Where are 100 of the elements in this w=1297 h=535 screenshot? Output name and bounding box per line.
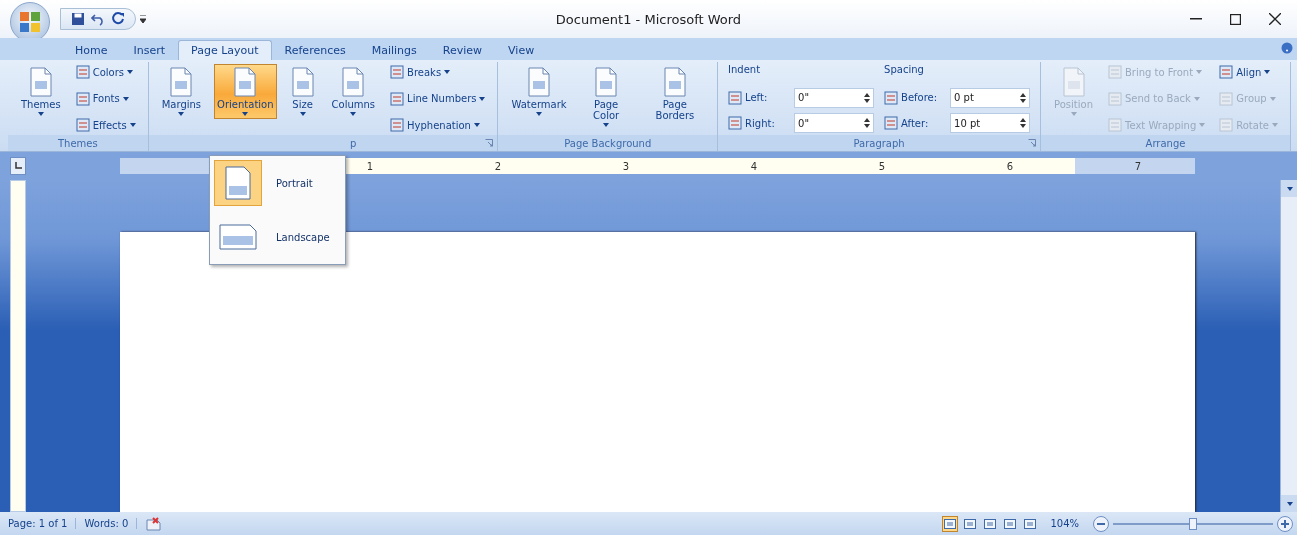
group-label: Themes bbox=[58, 137, 98, 149]
ribbon-button[interactable]: Size bbox=[286, 64, 319, 119]
ribbon-tab[interactable]: Mailings bbox=[358, 40, 430, 60]
ribbon-tab[interactable]: Home bbox=[62, 40, 121, 60]
zoom-in-button[interactable] bbox=[1277, 515, 1293, 532]
page-count[interactable]: Page: 1 of 1 bbox=[0, 518, 77, 529]
caret-icon bbox=[444, 70, 451, 74]
ribbon-button[interactable]: Effects bbox=[73, 117, 138, 133]
ruler-number: 1 bbox=[366, 160, 373, 172]
small-tool-icon bbox=[728, 90, 743, 105]
small-tool-icon bbox=[1108, 91, 1122, 106]
spin-arrows-icon[interactable] bbox=[864, 92, 871, 103]
minimize-icon[interactable] bbox=[1190, 18, 1202, 20]
tab-selector[interactable] bbox=[10, 157, 26, 175]
document-icon bbox=[1060, 67, 1087, 97]
caret-icon bbox=[129, 123, 136, 127]
document-icon bbox=[526, 67, 553, 97]
portrait-page-icon bbox=[225, 166, 251, 200]
caret-icon bbox=[1199, 123, 1206, 127]
ribbon-button[interactable]: Margins bbox=[158, 64, 205, 119]
document-icon bbox=[27, 67, 54, 97]
small-tool-icon bbox=[390, 91, 405, 106]
zoom-level[interactable]: 104% bbox=[1050, 518, 1079, 529]
redo-icon[interactable] bbox=[111, 12, 125, 26]
field-label: Before: bbox=[901, 92, 939, 103]
small-tool-icon bbox=[75, 118, 90, 132]
small-tool-icon bbox=[390, 65, 405, 79]
scroll-down-button[interactable] bbox=[1281, 495, 1297, 512]
caret-icon bbox=[299, 112, 306, 116]
spin-field[interactable]: 0" bbox=[794, 87, 875, 108]
maximize-icon[interactable] bbox=[1230, 13, 1241, 25]
ribbon-button[interactable]: Page Borders bbox=[642, 64, 708, 124]
small-tool-icon bbox=[728, 116, 743, 130]
ribbon-button[interactable]: Fonts bbox=[73, 90, 138, 107]
caret-icon bbox=[1269, 96, 1276, 101]
spin-arrows-icon[interactable] bbox=[1020, 92, 1027, 103]
minus-icon bbox=[1097, 522, 1105, 525]
ribbon-button[interactable]: Align bbox=[1217, 64, 1280, 80]
caret-icon bbox=[473, 123, 480, 127]
caret-icon bbox=[1196, 70, 1203, 74]
slider-thumb[interactable] bbox=[1189, 517, 1197, 530]
spin-arrows-icon[interactable] bbox=[864, 118, 871, 128]
zoom-slider[interactable] bbox=[1113, 516, 1273, 531]
spin-arrows-icon[interactable] bbox=[1020, 118, 1027, 128]
ribbon-tab[interactable]: References bbox=[271, 40, 359, 60]
view-icon bbox=[944, 518, 957, 529]
field-label: Left: bbox=[745, 92, 769, 103]
document-icon bbox=[661, 67, 688, 97]
scroll-up-button[interactable] bbox=[1281, 180, 1297, 197]
ribbon-button[interactable]: Themes bbox=[18, 64, 64, 119]
small-tool-icon bbox=[1219, 65, 1234, 79]
group-label: Page Background bbox=[564, 137, 652, 149]
zoom-out-button[interactable] bbox=[1093, 515, 1109, 532]
ribbon-button[interactable]: Columns bbox=[328, 64, 379, 119]
save-icon[interactable] bbox=[71, 12, 85, 26]
view-icon bbox=[964, 518, 977, 529]
word-count[interactable]: Words: 0 bbox=[76, 518, 138, 529]
close-icon[interactable] bbox=[1269, 13, 1281, 25]
document-icon bbox=[289, 67, 316, 97]
small-tool-icon bbox=[1219, 91, 1234, 106]
caret-icon bbox=[127, 70, 134, 74]
help-icon[interactable] bbox=[1281, 42, 1293, 54]
caret-icon bbox=[1193, 96, 1200, 101]
view-button[interactable] bbox=[942, 515, 959, 532]
customize-caret-icon[interactable] bbox=[140, 15, 146, 23]
document-icon bbox=[340, 67, 367, 97]
ribbon-button[interactable]: Line Numbers bbox=[388, 90, 488, 107]
ruler-number: 4 bbox=[750, 160, 757, 172]
small-tool-icon bbox=[75, 65, 90, 79]
ribbon-button[interactable]: Watermark bbox=[508, 64, 570, 119]
ribbon-button[interactable]: Orientation bbox=[214, 64, 277, 119]
spin-field[interactable]: 10 pt bbox=[950, 113, 1031, 133]
undo-icon[interactable] bbox=[91, 12, 105, 26]
group-label: p bbox=[349, 137, 357, 149]
ribbon-button[interactable]: Colors bbox=[73, 64, 138, 80]
spin-field[interactable]: 0" bbox=[794, 113, 875, 133]
ribbon-button[interactable]: Page Color bbox=[579, 64, 633, 130]
document-icon bbox=[593, 67, 620, 97]
document-icon bbox=[232, 67, 259, 97]
group-heading: Spacing bbox=[884, 64, 925, 77]
field-label: Right: bbox=[745, 117, 776, 129]
caret-icon bbox=[242, 112, 249, 116]
ribbon-tab[interactable]: Review bbox=[429, 40, 496, 60]
ruler-number: 5 bbox=[878, 160, 885, 172]
caret-icon bbox=[1272, 123, 1278, 127]
ribbon-button[interactable]: Hyphenation bbox=[388, 117, 488, 133]
caret-icon bbox=[350, 112, 357, 116]
ribbon-button[interactable]: Breaks bbox=[388, 64, 488, 80]
ribbon-tab[interactable]: Insert bbox=[120, 40, 179, 60]
menu-item[interactable]: Portrait bbox=[212, 158, 343, 208]
vertical-scrollbar[interactable] bbox=[1280, 180, 1297, 512]
ribbon-tab[interactable]: Page Layout bbox=[178, 40, 272, 60]
view-icon bbox=[1024, 518, 1037, 529]
spin-field[interactable]: 0 pt bbox=[950, 87, 1031, 108]
caret-icon bbox=[603, 123, 610, 127]
menu-item[interactable]: Landscape bbox=[212, 212, 343, 262]
small-tool-icon bbox=[884, 90, 899, 105]
ribbon-tab[interactable]: View bbox=[495, 40, 548, 60]
group-label: Paragraph bbox=[853, 137, 905, 149]
proofing-icon[interactable] bbox=[145, 516, 164, 531]
